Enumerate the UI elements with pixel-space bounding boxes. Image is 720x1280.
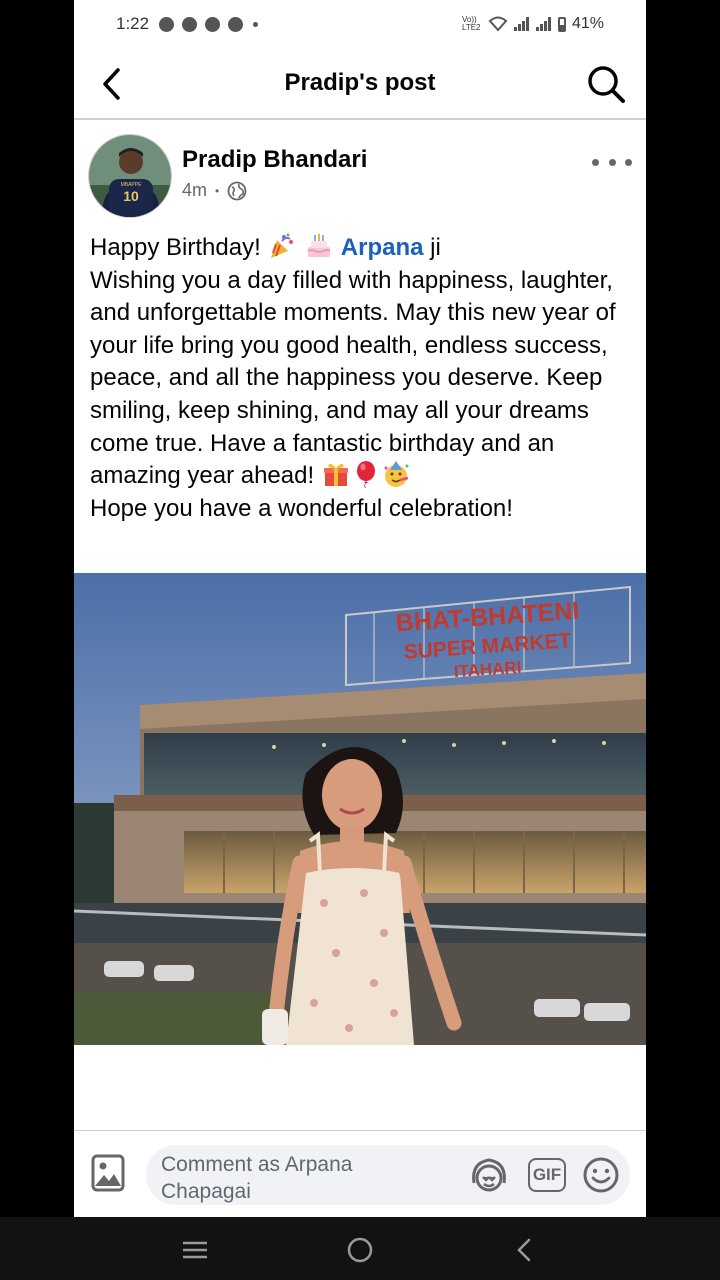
post-meta: 4m • <box>182 180 247 201</box>
more-notifications-dot-icon <box>253 21 259 27</box>
status-right: Vo)) LTE2 41% <box>462 15 604 33</box>
system-nav-bar <box>0 1217 720 1280</box>
post-body: Wishing you a day filled with happiness,… <box>90 266 616 490</box>
messenger-notification-icon <box>182 16 198 32</box>
volte-label: Vo)) LTE2 <box>461 15 481 32</box>
signal-icon <box>513 17 530 31</box>
avatar-sticker-icon <box>472 1158 506 1192</box>
comment-input[interactable]: Comment as Arpana Chapagai GIF <box>146 1145 630 1205</box>
post-header-bar: Pradip's post <box>74 48 646 120</box>
gif-button[interactable]: GIF <box>528 1158 566 1192</box>
signal-icon <box>535 17 552 31</box>
mention-link[interactable]: Arpana <box>341 234 424 261</box>
post-text: Happy Birthday! Arpana ji Wishing you a … <box>90 232 636 525</box>
avatar-sticker-button[interactable] <box>468 1155 510 1197</box>
post-photo[interactable]: BHAT-BHATENI SUPER MARKET ITAHARI <box>74 573 646 1045</box>
balloon-emoji-icon <box>356 461 375 489</box>
search-button[interactable] <box>584 62 628 106</box>
mention-suffix: ji <box>430 234 441 261</box>
recents-icon <box>183 1241 207 1259</box>
post-time[interactable]: 4m <box>182 180 207 201</box>
home-icon <box>347 1237 373 1263</box>
emoji-button[interactable] <box>582 1156 620 1194</box>
meta-separator: • <box>215 183 220 198</box>
facebook-notification-icon <box>159 16 175 32</box>
nav-back-icon <box>517 1238 531 1262</box>
comment-placeholder: Comment as Arpana Chapagai <box>161 1153 353 1203</box>
avatar-jersey-name: MBAPPE <box>121 182 143 188</box>
party-popper-emoji-icon <box>271 233 294 258</box>
author-name[interactable]: Pradip Bhandari <box>182 146 367 174</box>
status-bar: 1:22 Vo)) LTE2 41% <box>74 0 646 48</box>
battery-percent: 41% <box>571 15 604 32</box>
status-time: 1:22 <box>116 14 150 33</box>
partying-face-emoji-icon <box>384 461 409 488</box>
more-dot <box>608 158 616 166</box>
avatar-jersey-number: 10 <box>123 188 139 204</box>
author-avatar[interactable]: 10 MBAPPE <box>88 134 172 218</box>
back-button[interactable] <box>92 64 132 104</box>
facebook-notification-icon <box>205 16 221 32</box>
photo-image: BHAT-BHATENI SUPER MARKET ITAHARI <box>74 573 646 1045</box>
battery-icon <box>557 16 566 32</box>
avatar-image: 10 MBAPPE <box>89 135 171 217</box>
post-closing: Hope you have a wonderful celebration! <box>90 494 513 522</box>
birthday-cake-emoji-icon <box>307 234 331 257</box>
search-icon <box>588 66 625 103</box>
back-arrow-icon <box>103 68 120 100</box>
recents-button[interactable] <box>178 1233 212 1267</box>
emoji-icon <box>583 1157 619 1193</box>
page-title: Pradip's post <box>284 69 436 96</box>
photo-icon <box>91 1154 125 1192</box>
phone-screen: 1:22 Vo)) LTE2 41% Pradip's post 10 MBAP… <box>74 0 646 1280</box>
add-photo-button[interactable] <box>90 1153 130 1195</box>
home-button[interactable] <box>343 1233 377 1267</box>
comment-composer: Comment as Arpana Chapagai GIF <box>74 1130 646 1217</box>
globe-icon[interactable] <box>227 181 247 201</box>
greeting-text: Happy Birthday! <box>90 234 261 261</box>
more-dots-icon <box>592 158 599 166</box>
gift-emoji-icon <box>323 464 348 487</box>
facebook-notification-icon <box>228 16 244 32</box>
nav-back-button[interactable] <box>507 1233 541 1267</box>
more-dot <box>625 158 632 166</box>
wifi-icon <box>488 16 508 32</box>
more-options-button[interactable] <box>592 150 632 174</box>
